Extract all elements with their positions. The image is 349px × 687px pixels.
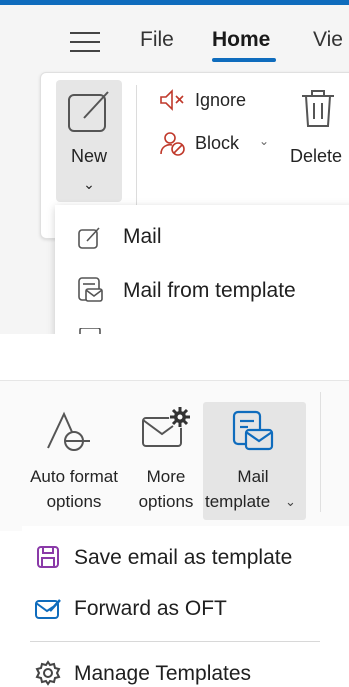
save-icon <box>37 546 59 568</box>
menu-item-mail-from-template[interactable]: Mail from template <box>123 279 296 303</box>
menu-separator <box>30 641 320 642</box>
menu-item-manage-templates[interactable]: Manage Templates <box>74 662 251 686</box>
tab-home-underline <box>212 58 276 62</box>
ignore-icon <box>160 89 184 111</box>
block-icon <box>160 132 185 156</box>
compose-icon <box>78 227 100 249</box>
menu-item-save-email-as-template[interactable]: Save email as template <box>74 546 292 570</box>
gear-icon <box>35 660 61 686</box>
envelope-edit-icon <box>35 599 61 619</box>
mail-template-chevron-down-icon[interactable]: ⌄ <box>285 494 296 510</box>
block-button[interactable]: Block <box>195 133 239 154</box>
hamburger-menu-icon[interactable] <box>70 32 100 52</box>
ribbon-divider <box>136 85 137 205</box>
block-chevron-down-icon[interactable]: ⌄ <box>259 134 269 148</box>
menu-item-mail[interactable]: Mail <box>123 225 162 249</box>
mail-template-line2[interactable]: template <box>205 492 285 512</box>
ignore-button[interactable]: Ignore <box>195 90 246 111</box>
delete-icon <box>302 90 334 127</box>
more-options-line2[interactable]: options <box>130 492 202 512</box>
outlook-ribbon-top-panel: File Home Vie New ⌄ Ignore Block ⌄ Delet… <box>0 0 349 334</box>
chevron-down-icon[interactable]: ⌄ <box>56 176 122 193</box>
tab-file[interactable]: File <box>140 28 174 52</box>
more-options-line1[interactable]: More <box>136 467 196 487</box>
tab-view[interactable]: Vie <box>313 28 343 52</box>
compose-icon <box>68 91 109 132</box>
ribbon-divider <box>320 392 321 512</box>
more-options-icon <box>142 406 191 447</box>
menu-tabs-bar <box>0 5 349 70</box>
new-button-label: New <box>70 146 107 166</box>
partial-menu-icon <box>79 328 101 334</box>
tab-home[interactable]: Home <box>212 28 270 52</box>
mail-template-line1[interactable]: Mail <box>223 467 283 487</box>
auto-format-icon <box>47 411 90 451</box>
mail-template-icon <box>78 277 103 302</box>
mail-template-icon <box>232 410 274 451</box>
menu-item-forward-as-oft[interactable]: Forward as OFT <box>74 597 227 621</box>
auto-format-options-line2[interactable]: options <box>20 492 128 512</box>
auto-format-options-line1[interactable]: Auto format <box>20 467 128 487</box>
delete-button[interactable]: Delete <box>290 146 342 167</box>
